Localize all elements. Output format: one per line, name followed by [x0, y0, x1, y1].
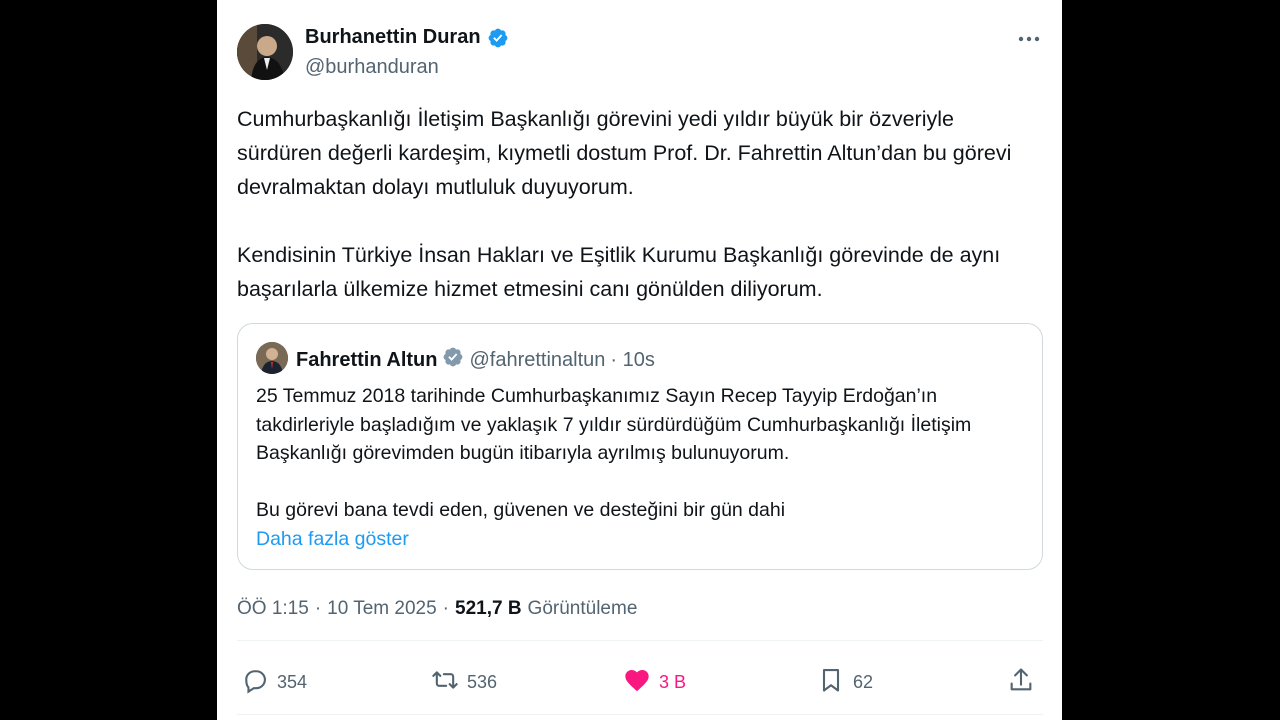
- bookmark-icon: [817, 666, 845, 699]
- action-bar: 354 536 3 B 62: [237, 666, 1043, 704]
- verified-badge-icon: [487, 27, 509, 49]
- quoted-author-handle[interactable]: @fahrettinaltun: [469, 349, 605, 372]
- divider: [237, 640, 1043, 641]
- tweet-text: Cumhurbaşkanlığı İletişim Başkanlığı gör…: [237, 102, 1037, 306]
- views-label: Görüntüleme: [527, 598, 638, 619]
- separator-dot: ·: [314, 598, 322, 619]
- repost-count: 536: [467, 672, 498, 692]
- repost-icon: [431, 666, 459, 699]
- like-button[interactable]: 3 B: [623, 666, 686, 699]
- tweet-timestamp: ÖÖ 1:15 · 10 Tem 2025 · 521,7 B Görüntül…: [237, 598, 637, 620]
- tweet-paragraph: Kendisinin Türkiye İnsan Hakları ve Eşit…: [237, 243, 1001, 301]
- bookmark-button[interactable]: 62: [817, 666, 873, 699]
- divider: [237, 714, 1043, 715]
- separator-dot: ·: [442, 598, 449, 619]
- share-button[interactable]: [1007, 666, 1035, 699]
- heart-icon: [623, 666, 651, 699]
- share-icon: [1007, 666, 1035, 699]
- views-count: 521,7 B: [455, 598, 522, 619]
- tweet-card: Burhanettin Duran @burhanduran Cumhurbaş…: [217, 0, 1062, 720]
- like-count: 3 B: [659, 672, 687, 692]
- quoted-tweet[interactable]: Fahrettin Altun @fahrettinaltun · 10s 25…: [237, 323, 1043, 570]
- quoted-author-name[interactable]: Fahrettin Altun: [296, 349, 437, 372]
- reply-button[interactable]: 354: [241, 666, 307, 699]
- author-avatar[interactable]: [237, 24, 293, 80]
- verified-badge-icon: [442, 346, 464, 374]
- reply-icon: [241, 666, 269, 699]
- quoted-paragraph: 25 Temmuz 2018 tarihinde Cumhurbaşkanımı…: [256, 385, 972, 464]
- bookmark-count: 62: [853, 672, 874, 692]
- tweet-paragraph: Cumhurbaşkanlığı İletişim Başkanlığı gör…: [237, 107, 1012, 199]
- quoted-author-avatar[interactable]: [256, 342, 288, 374]
- show-more-link[interactable]: Daha fazla göster: [256, 525, 1026, 554]
- quoted-text: 25 Temmuz 2018 tarihinde Cumhurbaşkanımı…: [256, 382, 1026, 553]
- author-handle[interactable]: @burhanduran: [305, 56, 439, 79]
- author-name[interactable]: Burhanettin Duran: [305, 26, 481, 49]
- repost-button[interactable]: 536: [431, 666, 497, 699]
- quoted-paragraph: Bu görevi bana tevdi eden, güvenen ve de…: [256, 499, 786, 521]
- more-icon[interactable]: [1016, 26, 1042, 52]
- reply-count: 354: [277, 672, 308, 692]
- tweet-date[interactable]: 10 Tem 2025: [327, 598, 437, 620]
- tweet-time[interactable]: ÖÖ 1:15: [237, 598, 309, 620]
- quoted-time: · 10s: [610, 348, 655, 371]
